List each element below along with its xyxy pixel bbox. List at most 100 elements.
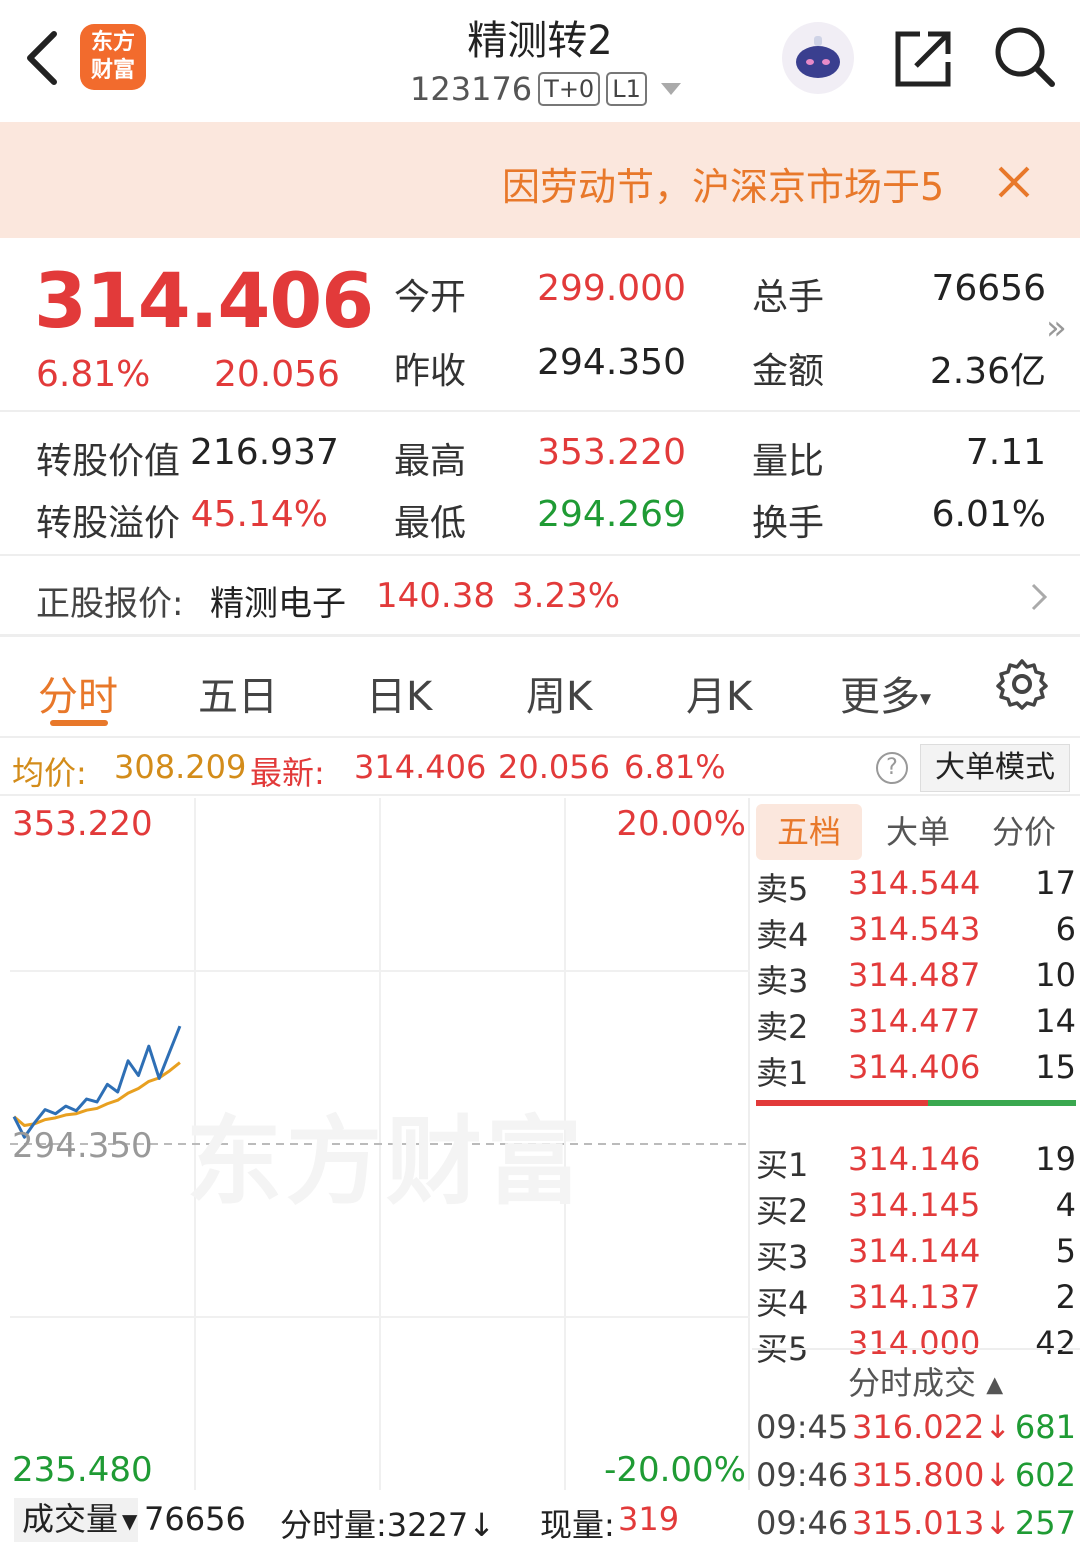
divider bbox=[752, 1348, 1080, 1350]
y-axis-bottom-label: 235.480 bbox=[12, 1450, 153, 1490]
trade-row: 09:45 316.022↓ 681 bbox=[756, 1408, 1076, 1452]
tab-monthly-k[interactable]: 月K bbox=[686, 664, 752, 722]
tab-more[interactable]: 更多▾ bbox=[840, 664, 931, 722]
trade-row: 09:46 315.800↓ 602 bbox=[756, 1456, 1076, 1500]
ask-level-price: 314.543 bbox=[848, 910, 981, 948]
tab-five-day[interactable]: 五日 bbox=[198, 664, 278, 722]
underlying-stock-row[interactable]: 正股报价: 精测电子 140.38 3.23% bbox=[0, 556, 1080, 636]
notice-banner[interactable]: 因劳动节，沪深京市场于5 bbox=[0, 122, 1080, 238]
trade-price: 315.800↓ bbox=[852, 1456, 1012, 1494]
caret-down-icon[interactable] bbox=[660, 83, 681, 95]
ask-row[interactable]: 卖2 314.477 14 bbox=[756, 1002, 1076, 1048]
settings-gear-icon[interactable] bbox=[996, 658, 1048, 710]
bid-volume-bar bbox=[928, 1100, 1076, 1106]
bid-level-qty: 4 bbox=[1055, 1186, 1076, 1224]
caret-down-icon: ▾ bbox=[920, 686, 932, 712]
underlying-price: 140.38 bbox=[376, 576, 495, 616]
bid-level-qty: 19 bbox=[1035, 1140, 1076, 1178]
intraday-chart[interactable]: 353.220 20.00% 235.480 -20.00% 294.350 东… bbox=[10, 798, 750, 1490]
trades-title[interactable]: 分时成交 ▲ bbox=[848, 1358, 1003, 1404]
bid-level-price: 314.144 bbox=[848, 1232, 981, 1270]
underlying-name: 精测电子 bbox=[210, 584, 346, 624]
avg-price-value: 308.209 bbox=[114, 748, 247, 786]
big-order-mode-button[interactable]: 大单模式 bbox=[920, 744, 1070, 792]
baseline-label: 294.350 bbox=[12, 1126, 153, 1166]
double-chevron-right-icon[interactable]: » bbox=[1046, 308, 1067, 348]
ask-row[interactable]: 卖4 314.543 6 bbox=[756, 910, 1076, 956]
tab-big-orders[interactable]: 大单 bbox=[878, 804, 958, 860]
low-value: 294.269 bbox=[537, 494, 686, 535]
conversion-value: 216.937 bbox=[190, 432, 339, 473]
bid-level-name: 买4 bbox=[756, 1284, 809, 1322]
bid-level-name: 买3 bbox=[756, 1238, 809, 1276]
intraday-info-bar: 均价: 308.209 最新: 314.406 20.056 6.81% ? 大… bbox=[0, 736, 1080, 796]
watermark: 东方财富 bbox=[186, 1106, 586, 1218]
volume-ratio-value: 7.11 bbox=[965, 432, 1046, 473]
volume-selector-label: 成交量 bbox=[22, 1500, 119, 1538]
ask-level-price: 314.544 bbox=[848, 864, 981, 902]
last-price: 314.406 bbox=[34, 256, 374, 345]
amount-label: 金额 bbox=[752, 351, 825, 392]
low-label: 最低 bbox=[394, 503, 467, 544]
ask-level-price: 314.487 bbox=[848, 956, 981, 994]
prev-close-value: 294.350 bbox=[537, 342, 686, 383]
underlying-percent: 3.23% bbox=[512, 576, 621, 616]
trade-qty: 257 bbox=[1014, 1504, 1076, 1542]
top-bar: 东方 财富 精测转2 123176 T+0 L1 bbox=[0, 0, 1080, 122]
tab-daily-k[interactable]: 日K bbox=[366, 664, 432, 722]
ask-level-name: 卖3 bbox=[756, 962, 809, 1000]
tab-five-levels[interactable]: 五档 bbox=[756, 804, 862, 860]
tab-weekly-k[interactable]: 周K bbox=[526, 664, 592, 722]
notice-text: 因劳动节，沪深京市场于5 bbox=[502, 165, 945, 209]
ask-level-name: 卖5 bbox=[756, 870, 809, 908]
divider bbox=[0, 410, 1080, 412]
volume-footer: 成交量 ▼ 76656 分时量:3227↓ 现量: 319 bbox=[0, 1496, 750, 1544]
tag-t0: T+0 bbox=[538, 72, 601, 106]
open-value: 299.000 bbox=[537, 268, 686, 309]
total-volume: 76656 bbox=[144, 1500, 246, 1538]
bid-row[interactable]: 买3 314.144 5 bbox=[756, 1232, 1076, 1278]
tab-price-distribution[interactable]: 分价 bbox=[984, 804, 1064, 860]
prev-close-label: 昨收 bbox=[394, 351, 467, 392]
current-volume: 319 bbox=[618, 1500, 680, 1538]
latest-label: 最新: bbox=[250, 754, 325, 792]
share-icon[interactable] bbox=[892, 26, 956, 90]
bid-level-qty: 5 bbox=[1055, 1232, 1076, 1270]
latest-percent: 6.81% bbox=[624, 748, 726, 786]
search-icon[interactable] bbox=[992, 24, 1056, 88]
chart-tabs: 分时 五日 日K 周K 月K 更多▾ bbox=[0, 636, 1080, 736]
bid-row[interactable]: 买1 314.146 19 bbox=[756, 1140, 1076, 1186]
minute-volume: 分时量:3227↓ bbox=[280, 1506, 496, 1544]
bid-row[interactable]: 买2 314.145 4 bbox=[756, 1186, 1076, 1232]
trades-title-label: 分时成交 bbox=[848, 1364, 977, 1402]
premium-value: 45.14% bbox=[190, 494, 328, 535]
change-percent: 6.81% bbox=[36, 354, 151, 395]
ask-level-name: 卖2 bbox=[756, 1008, 809, 1046]
ask-row[interactable]: 卖1 314.406 15 bbox=[756, 1048, 1076, 1094]
trade-time: 09:46 bbox=[756, 1504, 849, 1542]
change-amount: 20.056 bbox=[214, 354, 340, 395]
code-row[interactable]: 123176 T+0 L1 bbox=[410, 70, 681, 108]
trade-qty: 602 bbox=[1014, 1456, 1076, 1494]
trade-time: 09:46 bbox=[756, 1456, 849, 1494]
volume-value: 76656 bbox=[931, 268, 1046, 309]
tag-level: L1 bbox=[606, 72, 647, 106]
pct-axis-top-label: 20.00% bbox=[616, 804, 746, 844]
bid-level-price: 314.146 bbox=[848, 1140, 981, 1178]
avg-price-label: 均价: bbox=[12, 754, 87, 792]
tab-underline bbox=[50, 720, 108, 726]
security-code: 123176 bbox=[410, 70, 533, 108]
robot-assistant-icon[interactable] bbox=[782, 22, 854, 94]
underlying-label: 正股报价: bbox=[36, 584, 184, 624]
help-icon[interactable]: ? bbox=[876, 752, 908, 784]
ask-level-name: 卖1 bbox=[756, 1054, 809, 1092]
volume-selector[interactable]: 成交量 ▼ bbox=[14, 1498, 138, 1542]
bid-level-qty: 42 bbox=[1035, 1324, 1076, 1362]
caret-down-icon: ▼ bbox=[122, 1509, 138, 1533]
ask-row[interactable]: 卖5 314.544 17 bbox=[756, 864, 1076, 910]
close-icon[interactable] bbox=[996, 164, 1032, 200]
bid-row[interactable]: 买4 314.137 2 bbox=[756, 1278, 1076, 1324]
y-axis-top-label: 353.220 bbox=[12, 804, 153, 844]
ask-row[interactable]: 卖3 314.487 10 bbox=[756, 956, 1076, 1002]
tab-intraday[interactable]: 分时 bbox=[38, 664, 118, 722]
